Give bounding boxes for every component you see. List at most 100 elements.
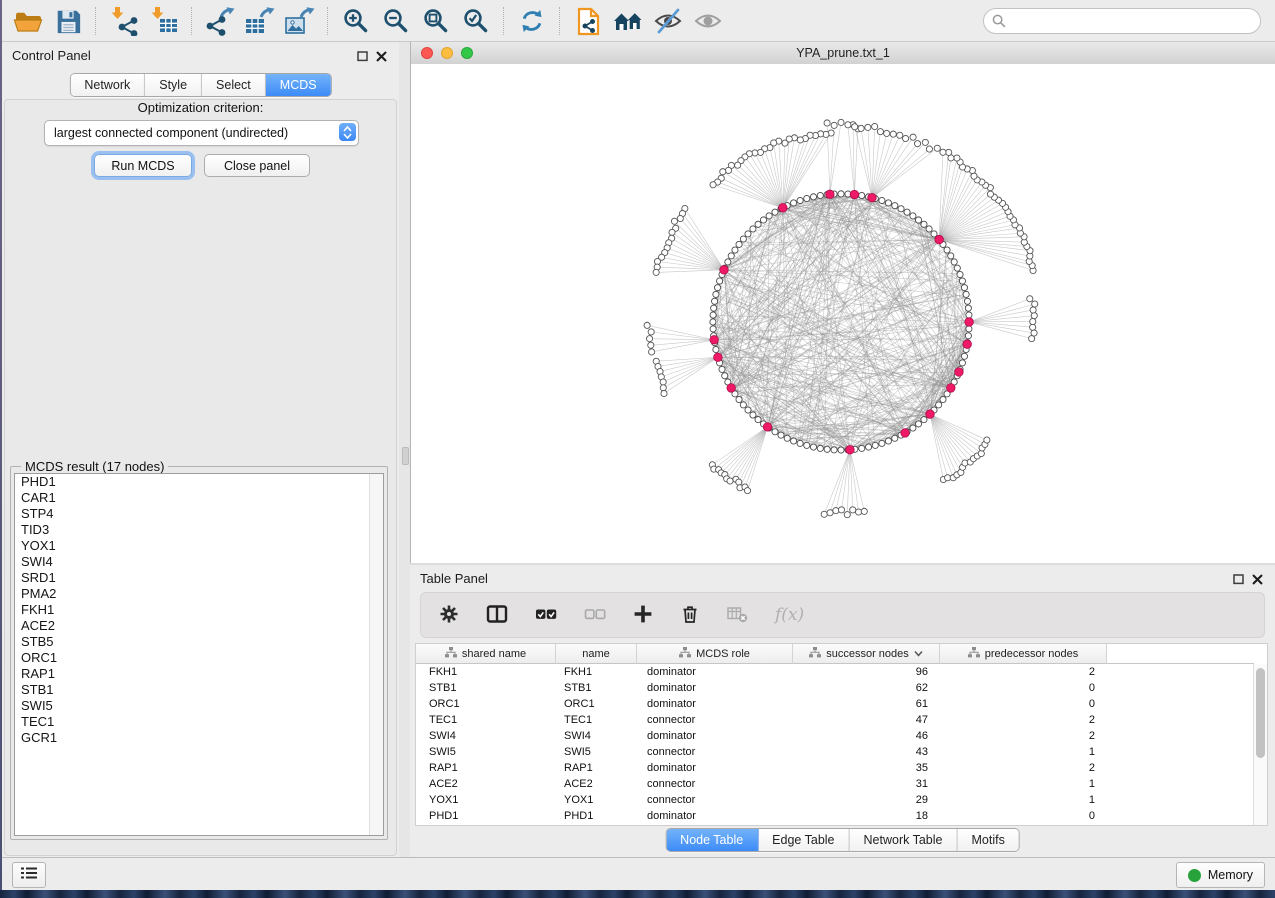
cell-successor-nodes[interactable]: 61: [793, 698, 940, 710]
cell-name[interactable]: ACE2: [556, 778, 637, 790]
show-all-button[interactable]: [688, 3, 728, 39]
table-close-panel-icon[interactable]: [1252, 572, 1263, 590]
cell-shared-name[interactable]: RAP1: [416, 762, 556, 774]
cell-successor-nodes[interactable]: 18: [793, 810, 940, 822]
cell-predecessor-nodes[interactable]: 0: [940, 682, 1107, 694]
cell-mcds-role[interactable]: dominator: [637, 682, 793, 694]
tab-mcds[interactable]: MCDS: [266, 74, 331, 96]
cell-successor-nodes[interactable]: 29: [793, 794, 940, 806]
cell-shared-name[interactable]: PHD1: [416, 810, 556, 822]
dominator-node[interactable]: [850, 190, 859, 199]
deselect-all-button[interactable]: [584, 604, 606, 627]
search-input[interactable]: [983, 8, 1261, 34]
cell-successor-nodes[interactable]: 62: [793, 682, 940, 694]
new-network-from-selection-button[interactable]: [568, 3, 608, 39]
mcds-result-item[interactable]: ORC1: [15, 650, 383, 666]
dominator-node[interactable]: [727, 384, 736, 393]
tab-network-table[interactable]: Network Table: [850, 829, 958, 851]
column-header-name[interactable]: name: [556, 644, 637, 664]
table-row[interactable]: SWI4SWI4dominator462: [416, 728, 1254, 744]
tab-network[interactable]: Network: [70, 74, 145, 96]
cell-name[interactable]: PHD1: [556, 810, 637, 822]
zoom-fit-button[interactable]: [416, 3, 456, 39]
zoom-selected-button[interactable]: [456, 3, 496, 39]
table-row[interactable]: STB1STB1dominator620: [416, 680, 1254, 696]
table-row[interactable]: TEC1TEC1connector472: [416, 712, 1254, 728]
cell-name[interactable]: ORC1: [556, 698, 637, 710]
cell-successor-nodes[interactable]: 31: [793, 778, 940, 790]
float-panel-icon[interactable]: [357, 49, 368, 67]
network-canvas[interactable]: [411, 64, 1275, 563]
table-row[interactable]: RAP1RAP1dominator352: [416, 760, 1254, 776]
mcds-result-item[interactable]: PMA2: [15, 586, 383, 602]
export-image-button[interactable]: [280, 3, 320, 39]
function-builder-button[interactable]: f(x): [775, 605, 804, 625]
tab-select[interactable]: Select: [202, 74, 266, 96]
cell-predecessor-nodes[interactable]: 0: [940, 698, 1107, 710]
cell-mcds-role[interactable]: connector: [637, 746, 793, 758]
tab-style[interactable]: Style: [145, 74, 202, 96]
result-list-scrollbar[interactable]: [369, 474, 383, 835]
cell-successor-nodes[interactable]: 47: [793, 714, 940, 726]
first-neighbors-button[interactable]: [608, 3, 648, 39]
cell-name[interactable]: YOX1: [556, 794, 637, 806]
cell-name[interactable]: STB1: [556, 682, 637, 694]
cell-shared-name[interactable]: FKH1: [416, 666, 556, 678]
tab-edge-table[interactable]: Edge Table: [758, 829, 849, 851]
split-divider-handle[interactable]: [402, 447, 409, 465]
mcds-result-item[interactable]: STB5: [15, 634, 383, 650]
add-column-button[interactable]: [633, 604, 653, 627]
cell-mcds-role[interactable]: connector: [637, 794, 793, 806]
tab-node-table[interactable]: Node Table: [666, 829, 758, 851]
cell-predecessor-nodes[interactable]: 1: [940, 746, 1107, 758]
table-scrollbar[interactable]: [1253, 664, 1267, 825]
close-panel-icon[interactable]: [376, 49, 387, 67]
cell-predecessor-nodes[interactable]: 1: [940, 794, 1107, 806]
mcds-result-item[interactable]: CAR1: [15, 490, 383, 506]
cell-mcds-role[interactable]: connector: [637, 714, 793, 726]
network-graph[interactable]: [411, 64, 1275, 563]
mcds-result-item[interactable]: FKH1: [15, 602, 383, 618]
cell-mcds-role[interactable]: dominator: [637, 762, 793, 774]
dominator-node[interactable]: [720, 266, 729, 275]
cell-mcds-role[interactable]: connector: [637, 778, 793, 790]
cell-shared-name[interactable]: YOX1: [416, 794, 556, 806]
cell-name[interactable]: TEC1: [556, 714, 637, 726]
mcds-result-item[interactable]: RAP1: [15, 666, 383, 682]
export-table-button[interactable]: [240, 3, 280, 39]
dominator-node[interactable]: [955, 368, 964, 377]
dominator-node[interactable]: [947, 384, 956, 393]
delete-column-button[interactable]: [680, 604, 700, 627]
dominator-node[interactable]: [714, 353, 723, 362]
cell-mcds-role[interactable]: dominator: [637, 666, 793, 678]
dominator-node[interactable]: [963, 340, 972, 349]
import-network-button[interactable]: [104, 3, 144, 39]
table-row[interactable]: FKH1FKH1dominator962: [416, 664, 1254, 680]
close-panel-button[interactable]: Close panel: [204, 154, 310, 177]
table-row[interactable]: PHD1PHD1dominator180: [416, 808, 1254, 824]
table-settings-button[interactable]: [439, 604, 459, 627]
mcds-result-item[interactable]: ACE2: [15, 618, 383, 634]
cell-predecessor-nodes[interactable]: 0: [940, 810, 1107, 822]
zoom-in-button[interactable]: [336, 3, 376, 39]
table-float-panel-icon[interactable]: [1233, 572, 1244, 590]
dominator-node[interactable]: [926, 410, 935, 419]
cell-name[interactable]: SWI5: [556, 746, 637, 758]
column-header-predecessor-nodes[interactable]: predecessor nodes: [940, 644, 1107, 664]
cell-predecessor-nodes[interactable]: 2: [940, 730, 1107, 742]
mcds-result-item[interactable]: SRD1: [15, 570, 383, 586]
dominator-node[interactable]: [779, 204, 788, 213]
cell-shared-name[interactable]: ACE2: [416, 778, 556, 790]
cell-shared-name[interactable]: STB1: [416, 682, 556, 694]
dominator-node[interactable]: [846, 445, 855, 454]
mcds-result-item[interactable]: PHD1: [15, 474, 383, 490]
cell-mcds-role[interactable]: dominator: [637, 810, 793, 822]
cell-shared-name[interactable]: SWI4: [416, 730, 556, 742]
mcds-result-item[interactable]: STP4: [15, 506, 383, 522]
dominator-node[interactable]: [965, 318, 974, 327]
dominator-node[interactable]: [710, 336, 719, 345]
cell-mcds-role[interactable]: dominator: [637, 730, 793, 742]
dominator-node[interactable]: [935, 235, 944, 244]
column-header-MCDS-role[interactable]: MCDS role: [637, 644, 793, 664]
mcds-result-item[interactable]: GCR1: [15, 730, 383, 746]
